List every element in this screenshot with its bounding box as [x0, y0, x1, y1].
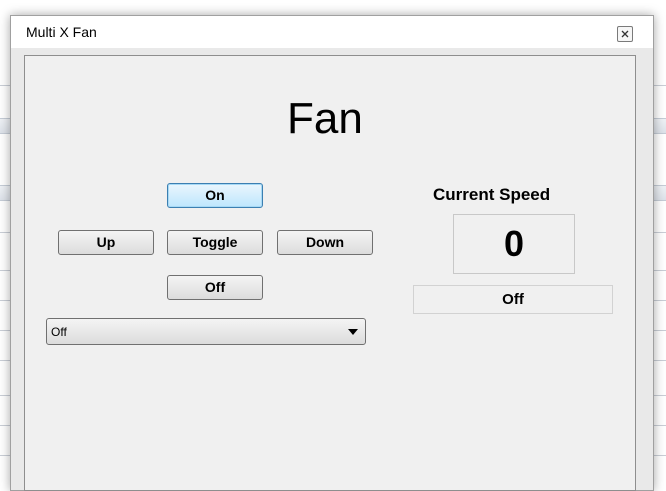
fan-state-display: Off: [413, 285, 613, 314]
toggle-button[interactable]: Toggle: [167, 230, 263, 255]
background-line: [0, 360, 10, 361]
on-button[interactable]: On: [167, 183, 263, 208]
background-line: [0, 270, 10, 271]
background-line: [654, 270, 666, 271]
up-button[interactable]: Up: [58, 230, 154, 255]
background-line: [0, 330, 10, 331]
background-band: [0, 185, 10, 201]
background-line: [0, 300, 10, 301]
background-band: [0, 118, 10, 134]
speed-select-value: Off: [51, 325, 67, 339]
off-button[interactable]: Off: [167, 275, 263, 300]
background-band: [654, 185, 666, 201]
fan-window: Multi X Fan Fan On Up Toggle Down Off Of…: [10, 15, 654, 491]
background-line: [0, 85, 10, 86]
current-speed-label: Current Speed: [433, 185, 551, 204]
title-bar[interactable]: Multi X Fan: [11, 16, 653, 48]
close-button[interactable]: [617, 26, 633, 42]
page-title: Fan: [287, 94, 363, 143]
current-speed-value: 0: [453, 214, 575, 274]
background-line: [0, 455, 10, 456]
background-line: [0, 395, 10, 396]
background-line: [654, 300, 666, 301]
background-line: [654, 425, 666, 426]
background-line: [0, 232, 10, 233]
background-line: [654, 360, 666, 361]
chevron-down-icon[interactable]: [348, 329, 358, 335]
background-line: [654, 395, 666, 396]
background-line: [0, 425, 10, 426]
background-line: [654, 85, 666, 86]
background-band: [654, 118, 666, 134]
background-line: [654, 232, 666, 233]
client-area: Fan On Up Toggle Down Off Off Current Sp…: [24, 55, 636, 491]
background-line: [654, 330, 666, 331]
window-title: Multi X Fan: [26, 24, 97, 40]
background-line: [654, 455, 666, 456]
down-button[interactable]: Down: [277, 230, 373, 255]
close-icon: [621, 30, 629, 38]
speed-select[interactable]: Off: [46, 318, 366, 345]
